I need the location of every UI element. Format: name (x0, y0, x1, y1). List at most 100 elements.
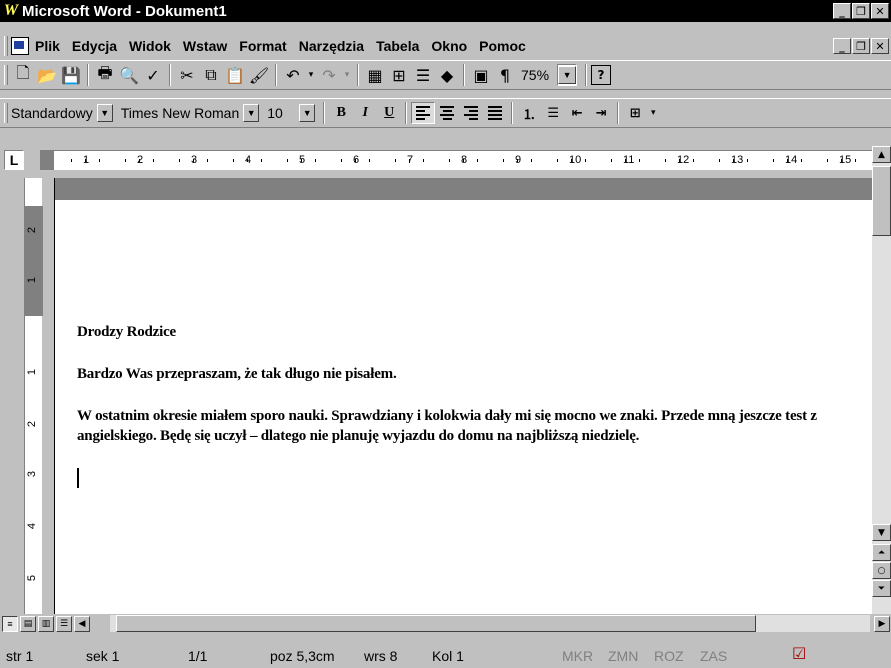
justify-button[interactable] (483, 102, 507, 124)
redo-icon[interactable]: ↷ (317, 64, 341, 86)
ruler-tick (301, 159, 302, 162)
scroll-up-icon[interactable]: ▲ (872, 146, 891, 163)
web-layout-view-icon[interactable]: ▤ (20, 615, 36, 632)
next-page-icon[interactable]: ⏷ (872, 580, 891, 597)
vertical-scrollbar[interactable]: ▲ ▼ ⏶ ○ ⏷ (872, 146, 891, 614)
status-mkr[interactable]: MKR (562, 648, 593, 664)
copy-icon[interactable]: ⧉ (199, 64, 223, 86)
status-column: Kol 1 (432, 648, 464, 664)
close-button[interactable]: ✕ (871, 3, 889, 19)
vertical-ruler[interactable]: 2 1 1 2 3 4 5 (24, 178, 43, 614)
select-browse-object-icon[interactable]: ○ (872, 562, 891, 579)
menu-edycja[interactable]: Edycja (72, 38, 117, 54)
status-roz[interactable]: ROZ (654, 648, 684, 664)
font-size-value: 10 (267, 105, 283, 121)
document-text[interactable]: Drodzy Rodzice Bardzo Was przepraszam, ż… (77, 322, 867, 468)
align-center-icon (440, 106, 455, 120)
word-logo-icon: W (3, 2, 19, 19)
menu-narzedzia[interactable]: Narzędzia (299, 38, 364, 54)
normal-view-icon[interactable]: ≡ (2, 615, 18, 632)
menu-tabela[interactable]: Tabela (376, 38, 419, 54)
underline-button[interactable]: U (377, 102, 401, 124)
restore-button[interactable]: ❐ (852, 3, 870, 19)
status-section: sek 1 (86, 648, 120, 664)
ruler-number: 8 (461, 154, 468, 166)
outline-view-icon[interactable]: ☰ (56, 615, 72, 632)
ruler-tick (179, 159, 180, 162)
menu-pomoc[interactable]: Pomoc (479, 38, 526, 54)
font-select[interactable]: Times New Roman ▼ (117, 102, 260, 124)
spelling-icon[interactable]: ✓ (141, 64, 165, 86)
scroll-down-icon[interactable]: ▼ (872, 524, 891, 541)
new-document-icon[interactable]: 🗋 (11, 63, 35, 86)
menu-widok[interactable]: Widok (129, 38, 171, 54)
ruler-tick (341, 159, 342, 162)
ruler-tick (503, 159, 504, 162)
increase-indent-icon[interactable]: ⇥ (589, 102, 613, 124)
ruler-tick (355, 159, 356, 162)
minimize-button[interactable]: _ (833, 3, 851, 19)
doc-minimize-button[interactable]: _ (833, 38, 851, 54)
menu-plik[interactable]: Plik (35, 38, 60, 54)
doc-close-button[interactable]: ✕ (871, 38, 889, 54)
document-menu-icon[interactable] (11, 37, 29, 55)
insert-table-icon[interactable]: ⊞ (387, 64, 411, 86)
show-formatting-icon[interactable]: ¶ (493, 64, 517, 86)
print-preview-icon[interactable]: 🔍 (117, 64, 141, 86)
tab-selector[interactable]: L (4, 150, 24, 170)
document-page[interactable]: Drodzy Rodzice Bardzo Was przepraszam, ż… (54, 178, 872, 614)
open-folder-icon[interactable]: 📂 (35, 64, 59, 86)
redo-dropdown-icon[interactable]: ▾ (341, 64, 353, 86)
bullets-icon[interactable]: ☰ (541, 102, 565, 124)
status-bar: str 1 sek 1 1/1 poz 5,3cm wrs 8 Kol 1 MK… (0, 640, 891, 668)
bold-button[interactable]: B (329, 102, 353, 124)
borders-icon[interactable]: ⊞ (623, 102, 647, 124)
borders-dropdown-icon[interactable]: ▾ (647, 102, 659, 124)
horizontal-ruler[interactable]: 1 2 3 4 5 6 7 8 9 10 11 12 13 14 15 (54, 150, 872, 170)
window-title: Microsoft Word - Dokument1 (22, 2, 227, 20)
horizontal-scroll-thumb[interactable] (116, 615, 756, 632)
columns-icon[interactable]: ☰ (411, 64, 435, 86)
print-icon[interactable]: 🖶 (93, 63, 117, 86)
paste-icon[interactable]: 📋 (223, 64, 247, 86)
spelling-status-icon[interactable]: ☑ (792, 644, 806, 664)
scroll-right-icon[interactable]: ▶ (874, 615, 890, 632)
status-zmn[interactable]: ZMN (608, 648, 638, 664)
menu-format[interactable]: Format (239, 38, 286, 54)
paragraph[interactable]: Bardzo Was przepraszam, że tak długo nie… (77, 364, 867, 384)
doc-restore-button[interactable]: ❐ (852, 38, 870, 54)
align-left-button[interactable] (411, 102, 436, 124)
undo-icon[interactable]: ↶ (281, 64, 305, 86)
title-bar: W Microsoft Word - Dokument1 _ ❐ ✕ (0, 0, 891, 22)
format-painter-icon[interactable]: 🖌 (247, 64, 271, 86)
zoom-value[interactable]: 75% (521, 67, 549, 83)
print-layout-view-icon[interactable]: ▥ (38, 615, 54, 632)
numbering-icon[interactable]: ⒈ (517, 102, 541, 124)
scroll-left-icon[interactable]: ◀ (74, 615, 90, 632)
help-icon[interactable]: ? (591, 65, 612, 85)
align-center-button[interactable] (435, 102, 459, 124)
ruler-tick (423, 159, 424, 162)
paragraph[interactable]: Drodzy Rodzice (77, 322, 867, 342)
menu-okno[interactable]: Okno (431, 38, 467, 54)
ruler-number: 3 (26, 470, 39, 478)
decrease-indent-icon[interactable]: ⇤ (565, 102, 589, 124)
save-icon[interactable]: 💾 (59, 64, 83, 86)
style-select[interactable]: Standardowy ▼ (11, 102, 113, 124)
menu-wstaw[interactable]: Wstaw (183, 38, 227, 54)
ruler-tick (315, 159, 316, 162)
font-size-select[interactable]: 10 ▼ (263, 102, 316, 124)
zoom-dropdown[interactable]: ▼ (557, 64, 578, 86)
cut-icon[interactable]: ✂ (175, 64, 199, 86)
status-line: wrs 8 (364, 648, 398, 664)
tables-borders-icon[interactable]: ▦ (363, 64, 387, 86)
document-map-icon[interactable]: ▣ (469, 64, 493, 86)
drawing-icon[interactable]: ◆ (435, 64, 459, 86)
align-right-button[interactable] (459, 102, 483, 124)
previous-page-icon[interactable]: ⏶ (872, 544, 891, 561)
paragraph[interactable]: W ostatnim okresie miałem sporo nauki. S… (77, 406, 867, 446)
scroll-thumb[interactable] (872, 166, 891, 236)
status-zas[interactable]: ZAS (700, 648, 727, 664)
undo-dropdown-icon[interactable]: ▾ (305, 64, 317, 86)
italic-button[interactable]: I (353, 102, 377, 124)
